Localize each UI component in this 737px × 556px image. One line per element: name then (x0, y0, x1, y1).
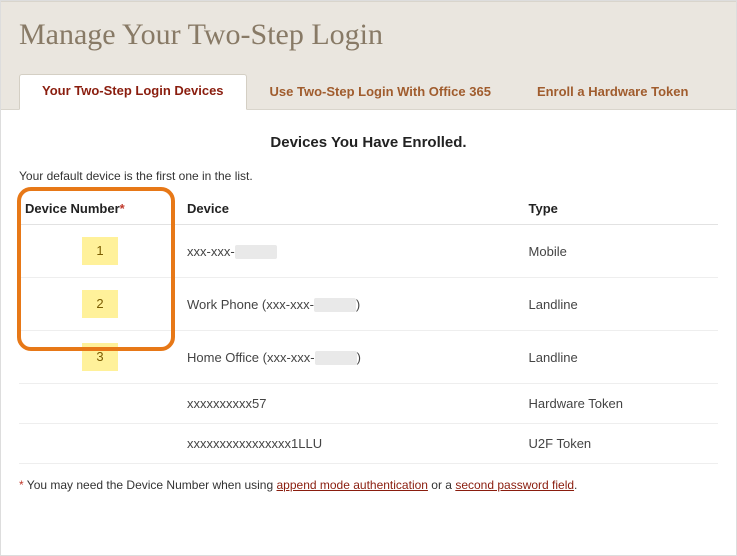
redacted-digits (315, 351, 357, 365)
cell-device: Work Phone (xxx-xxx-) (181, 278, 523, 331)
table-row: xxxxxxxxxxxxxxxx1LLUU2F Token (19, 424, 718, 464)
section-title: Devices You Have Enrolled. (19, 134, 718, 151)
footnote: * You may need the Device Number when us… (19, 478, 718, 492)
cell-device-number (19, 424, 181, 464)
cell-type: Mobile (523, 225, 718, 278)
tab-office-365[interactable]: Use Two-Step Login With Office 365 (247, 75, 514, 110)
page-title: Manage Your Two-Step Login (19, 18, 718, 52)
cell-type: Landline (523, 278, 718, 331)
devices-table: Device Number* Device Type 1xxx-xxx-Mobi… (19, 193, 718, 464)
cell-device-number: 1 (19, 225, 181, 278)
content-area: Devices You Have Enrolled. Your default … (1, 110, 736, 500)
intro-text: Your default device is the first one in … (19, 169, 718, 183)
link-append-mode[interactable]: append mode authentication (277, 478, 428, 492)
col-header-type: Type (523, 193, 718, 225)
cell-type: Hardware Token (523, 384, 718, 424)
redacted-digits (314, 298, 356, 312)
cell-device-number (19, 384, 181, 424)
header-bar: Manage Your Two-Step Login Your Two-Step… (1, 1, 736, 110)
table-row: xxxxxxxxxx57Hardware Token (19, 384, 718, 424)
cell-device: Home Office (xxx-xxx-) (181, 331, 523, 384)
redacted-digits (235, 245, 277, 259)
tab-your-devices[interactable]: Your Two-Step Login Devices (19, 74, 247, 110)
cell-type: Landline (523, 331, 718, 384)
table-row: 2Work Phone (xxx-xxx-)Landline (19, 278, 718, 331)
cell-type: U2F Token (523, 424, 718, 464)
tab-bar: Your Two-Step Login Devices Use Two-Step… (19, 74, 718, 109)
cell-device-number: 2 (19, 278, 181, 331)
cell-device: xxxxxxxxxx57 (181, 384, 523, 424)
cell-device: xxx-xxx- (181, 225, 523, 278)
col-header-number: Device Number* (19, 193, 181, 225)
link-second-password[interactable]: second password field (455, 478, 574, 492)
table-row: 1xxx-xxx-Mobile (19, 225, 718, 278)
cell-device: xxxxxxxxxxxxxxxx1LLU (181, 424, 523, 464)
cell-device-number: 3 (19, 331, 181, 384)
table-row: 3Home Office (xxx-xxx-)Landline (19, 331, 718, 384)
tab-enroll-token[interactable]: Enroll a Hardware Token (514, 75, 711, 110)
col-header-device: Device (181, 193, 523, 225)
